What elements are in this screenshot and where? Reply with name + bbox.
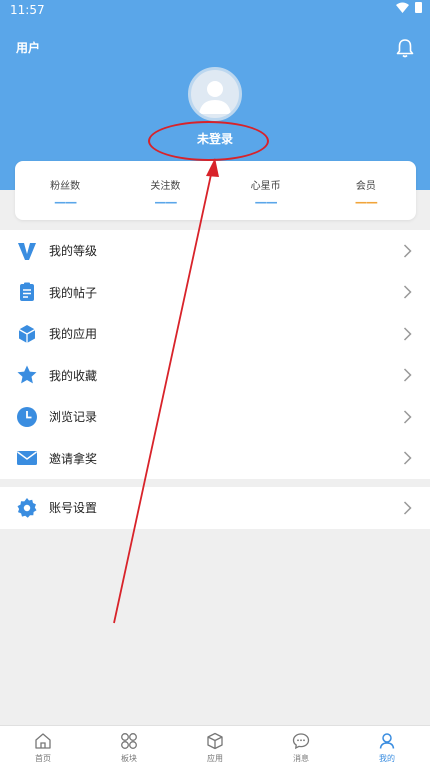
stat-vip[interactable]: 会员 —— — [316, 161, 416, 220]
nav-apps[interactable]: 应用 — [172, 726, 258, 766]
menu-item-posts[interactable]: 我的帖子 — [0, 272, 430, 314]
wifi-icon — [396, 2, 409, 13]
menu-item-label: 我的帖子 — [49, 285, 98, 300]
stat-value: —— — [354, 195, 378, 209]
chevron-right-icon — [403, 285, 412, 299]
clock-icon — [17, 406, 37, 427]
chevron-right-icon — [403, 410, 412, 424]
profile-menu: 我的等级 我的帖子 我的应用 我的收藏 浏览记录 邀请拿奖 — [0, 230, 430, 479]
nav-label: 消息 — [293, 754, 309, 763]
stat-following[interactable]: 关注数 —— — [115, 161, 215, 220]
gear-icon — [17, 497, 37, 518]
menu-item-label: 账号设置 — [49, 501, 98, 516]
chat-bubble-icon — [292, 733, 310, 750]
status-bar: 11:57 — [0, 0, 430, 20]
nav-messages[interactable]: 消息 — [258, 726, 344, 766]
nav-label: 应用 — [207, 754, 223, 763]
stat-value: —— — [154, 195, 177, 209]
envelope-icon — [17, 451, 37, 466]
grid-icon — [121, 733, 137, 749]
stat-coins[interactable]: 心星币 —— — [216, 161, 316, 220]
bell-icon[interactable] — [396, 38, 414, 58]
cube-icon — [18, 324, 36, 343]
battery-icon — [415, 2, 422, 13]
menu-item-history[interactable]: 浏览记录 — [0, 396, 430, 438]
status-time: 11:57 — [10, 3, 45, 17]
nav-me[interactable]: 我的 — [344, 726, 430, 766]
menu-item-label: 邀请拿奖 — [49, 451, 98, 466]
user-avatar-icon — [199, 81, 231, 114]
stat-value: —— — [54, 195, 77, 209]
menu-item-label: 我的应用 — [49, 327, 98, 342]
chevron-right-icon — [403, 451, 412, 465]
stat-label: 粉丝数 — [50, 181, 81, 192]
bottom-navigation: 首页 板块 应用 消息 我的 — [0, 725, 430, 766]
person-icon — [379, 733, 395, 749]
nav-label: 首页 — [35, 754, 51, 763]
stats-card: 粉丝数 —— 关注数 —— 心星币 —— 会员 —— — [15, 161, 416, 220]
menu-item-account-settings[interactable]: 账号设置 — [0, 487, 430, 529]
menu-item-favorites[interactable]: 我的收藏 — [0, 355, 430, 397]
stat-label: 关注数 — [150, 181, 181, 192]
chevron-right-icon — [403, 327, 412, 341]
level-v-icon — [18, 242, 36, 260]
settings-section: 账号设置 — [0, 487, 430, 529]
stat-followers[interactable]: 粉丝数 —— — [15, 161, 115, 220]
menu-item-invite[interactable]: 邀请拿奖 — [0, 438, 430, 480]
avatar[interactable] — [188, 67, 242, 121]
cube-outline-icon — [207, 732, 223, 750]
page-title: 用户 — [16, 41, 41, 55]
chevron-right-icon — [403, 244, 412, 258]
menu-item-label: 我的等级 — [49, 244, 98, 259]
chevron-right-icon — [403, 501, 412, 515]
nav-label: 板块 — [121, 754, 137, 763]
stat-value: —— — [254, 195, 278, 209]
home-icon — [35, 733, 51, 749]
menu-item-level[interactable]: 我的等级 — [0, 230, 430, 272]
stat-label: 会员 — [355, 181, 376, 192]
stat-label: 心星币 — [250, 181, 281, 192]
annotation-ellipse — [148, 121, 269, 161]
menu-item-label: 浏览记录 — [49, 410, 98, 425]
menu-item-apps[interactable]: 我的应用 — [0, 313, 430, 355]
nav-home[interactable]: 首页 — [0, 726, 86, 766]
clipboard-icon — [20, 282, 34, 302]
nav-sections[interactable]: 板块 — [86, 726, 172, 766]
star-icon — [17, 365, 37, 384]
chevron-right-icon — [403, 368, 412, 382]
nav-label: 我的 — [379, 754, 395, 763]
menu-item-label: 我的收藏 — [49, 368, 98, 383]
